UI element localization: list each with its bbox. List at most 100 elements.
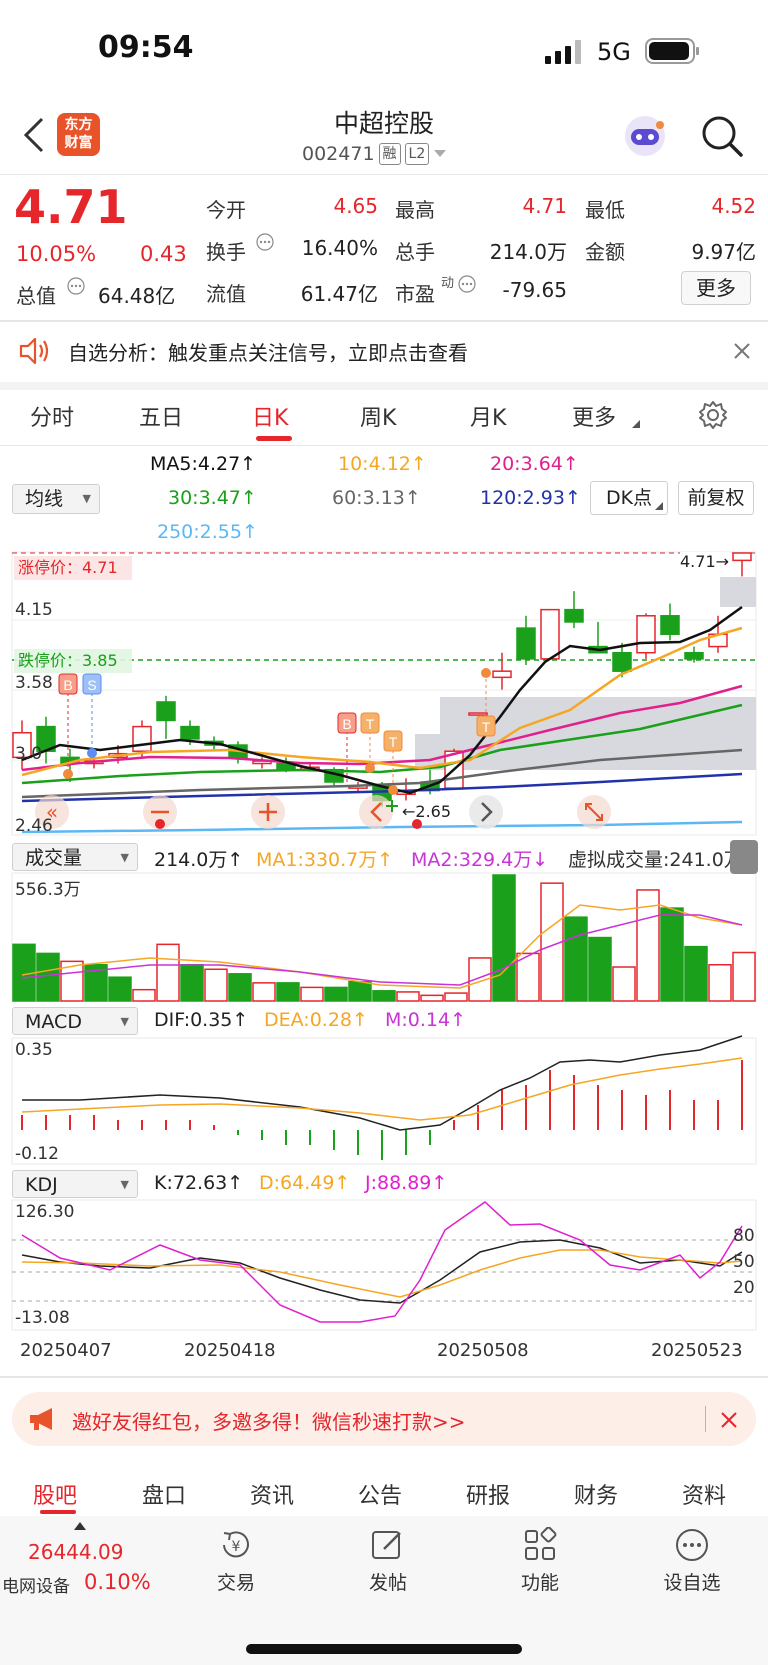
tab-more[interactable]: 更多 <box>572 400 616 432</box>
volume-bar <box>252 982 276 1002</box>
robot-assistant-icon[interactable] <box>622 113 668 159</box>
volume-bar <box>732 951 756 1002</box>
header-divider <box>0 174 768 175</box>
dk-point-label: DK点 <box>605 487 653 509</box>
volume-bar <box>204 968 228 1002</box>
volume-bar <box>108 976 132 1002</box>
chevron-down-icon <box>434 150 447 157</box>
active-tab-indicator <box>40 1510 76 1514</box>
post-icon[interactable] <box>370 1527 406 1563</box>
volume-bar <box>276 982 300 1002</box>
close-icon[interactable] <box>734 343 750 359</box>
high-tag: 4.71→ <box>680 552 730 571</box>
volume-bar <box>420 994 444 1002</box>
info-icon[interactable] <box>458 275 476 293</box>
candle-body <box>540 608 560 660</box>
footer-add-watchlist[interactable]: 设自选 <box>642 1568 742 1595</box>
alert-text[interactable]: 自选分析：触发重点关注信号，立即点击查看 <box>68 337 468 366</box>
tab-weekly-k[interactable]: 周K <box>360 400 396 432</box>
footer-post[interactable]: 发帖 <box>338 1568 438 1595</box>
candle-body <box>660 615 680 636</box>
info-icon[interactable] <box>67 277 85 295</box>
volume-selector[interactable]: 成交量 ▼ <box>12 843 138 871</box>
tab-announcements[interactable]: 公告 <box>358 1478 402 1510</box>
tab-research[interactable]: 研报 <box>466 1478 510 1510</box>
volume-bar <box>660 907 684 1002</box>
tab-monthly-k[interactable]: 月K <box>470 400 506 432</box>
gear-icon[interactable] <box>698 400 728 430</box>
date-label: 20250407 <box>20 1340 112 1361</box>
index-value[interactable]: 26444.09 <box>28 1540 123 1564</box>
chevron-down-icon: ▼ <box>120 851 129 864</box>
kdj-level-80: 80 <box>733 1226 755 1246</box>
tab-guba[interactable]: 股吧 <box>33 1478 77 1510</box>
event-dot <box>155 819 165 829</box>
macd-panel-frame <box>11 1037 757 1165</box>
vol-ma1-label: MA1:330.7万↑ <box>256 849 394 871</box>
more-quote-button[interactable]: 更多 <box>681 271 751 305</box>
functions-icon[interactable] <box>522 1527 558 1563</box>
candle-body <box>732 552 752 562</box>
trade-icon[interactable]: ¥ <box>216 1527 256 1563</box>
date-label: 20250418 <box>184 1340 276 1361</box>
chevron-down-icon: ▼ <box>82 492 91 505</box>
ma5-label: MA5:4.27↑ <box>150 453 257 475</box>
chip-shading <box>720 577 756 607</box>
change-percent: 10.05% <box>16 242 97 266</box>
price-axis-label: 3.58 <box>15 673 53 693</box>
quote-divider <box>0 320 768 322</box>
tab-five-day[interactable]: 五日 <box>139 400 183 432</box>
chart-controls[interactable]: « <box>35 795 611 829</box>
virtual-volume: 虚拟成交量:241.0万 <box>568 849 743 871</box>
dk-point-button[interactable]: DK点 <box>590 481 668 515</box>
tab-finance[interactable]: 财务 <box>574 1478 618 1510</box>
kdj-selector[interactable]: KDJ ▼ <box>12 1170 138 1198</box>
more-dots-icon[interactable] <box>674 1527 710 1563</box>
home-indicator[interactable] <box>246 1644 522 1654</box>
close-icon[interactable] <box>721 1412 737 1428</box>
float-cap-label: 流值 <box>206 282 246 306</box>
promo-text[interactable]: 邀好友得红包，多邀多得！微信秒速打款>> <box>72 1406 466 1435</box>
candle-body <box>492 670 512 679</box>
volume-bar <box>180 963 204 1002</box>
footer-functions[interactable]: 功能 <box>490 1568 590 1595</box>
pe-dynamic-sup: 动 <box>441 276 455 291</box>
kdj-j-line <box>21 1201 743 1323</box>
stock-code: 002471 <box>302 143 375 165</box>
tab-daily-k[interactable]: 日K <box>252 400 288 432</box>
footer-trade[interactable]: 交易 <box>186 1568 286 1595</box>
tab-profile[interactable]: 资料 <box>682 1478 726 1510</box>
kdj-d-label: D:64.49↑ <box>259 1172 351 1194</box>
tab-news[interactable]: 资讯 <box>250 1478 294 1510</box>
ma20-label: 20:3.64↑ <box>490 453 579 475</box>
info-icon[interactable] <box>256 233 274 251</box>
corner-triangle-icon <box>655 502 663 510</box>
macd-bars-group <box>21 1060 743 1160</box>
current-price: 4.71 <box>14 180 128 234</box>
svg-text:T: T <box>482 719 491 735</box>
candle-body <box>516 627 536 660</box>
amount-value: 9.97亿 <box>691 240 756 264</box>
pe-value: -79.65 <box>502 278 567 302</box>
date-label: 20250523 <box>651 1340 743 1361</box>
tab-pankou[interactable]: 盘口 <box>142 1478 186 1510</box>
volume-value: 214.0万 <box>489 240 567 264</box>
stock-code-row[interactable]: 002471 融 L2 <box>302 143 447 165</box>
pe-label: 市盈 <box>395 282 435 306</box>
macd-selector[interactable]: MACD ▼ <box>12 1007 138 1035</box>
volume-bar <box>588 936 612 1002</box>
chart-divider <box>0 1376 768 1378</box>
limit-down-label: 跌停价：3.85 <box>14 649 132 673</box>
alert-divider <box>0 382 768 390</box>
tab-intraday[interactable]: 分时 <box>30 400 74 432</box>
promo-separator <box>705 1406 706 1432</box>
index-name[interactable]: 电网设备 <box>2 1572 70 1597</box>
volume-bar <box>228 973 252 1002</box>
fullscreen-button[interactable] <box>730 840 758 874</box>
index-change: 0.10% <box>84 1570 151 1594</box>
ma-selector[interactable]: 均线 ▼ <box>12 484 100 514</box>
kdj-d-line <box>21 1249 743 1298</box>
search-icon[interactable] <box>700 114 744 158</box>
adjust-button[interactable]: 前复权 <box>678 481 754 515</box>
open-value: 4.65 <box>333 194 378 218</box>
